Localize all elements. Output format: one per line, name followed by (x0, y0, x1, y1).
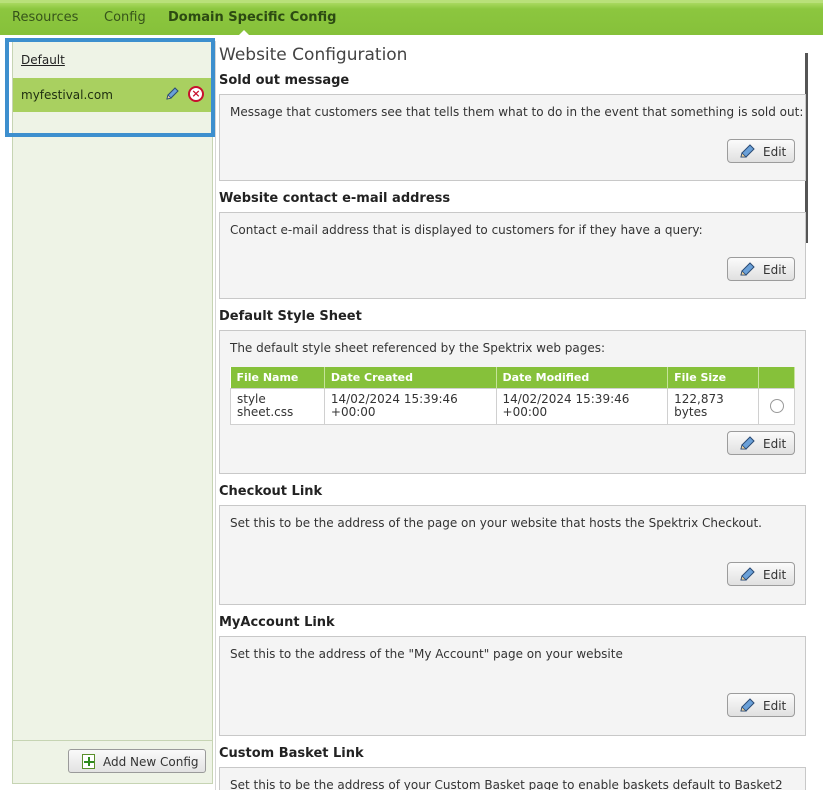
section-title-sold-out: Sold out message (219, 73, 350, 88)
edit-label: Edit (763, 145, 787, 159)
pencil-icon[interactable] (164, 86, 180, 102)
column-date-created: Date Created (324, 367, 497, 388)
checkout-description: Set this to be the address of the page o… (230, 516, 762, 530)
top-nav: Resources Config Domain Specific Config (0, 0, 823, 38)
config-sidebar: Default myfestival.com × Add New Config (12, 41, 213, 784)
basket-panel: Set this to be the address of your Custo… (219, 767, 806, 790)
cell-date-created: 14/02/2024 15:39:46 +00:00 (323, 387, 497, 425)
pencil-icon (740, 262, 755, 276)
contact-description: Contact e-mail address that is displayed… (230, 223, 703, 237)
stylesheet-table: File Name Date Created Date Modified Fil… (230, 367, 795, 425)
edit-label: Edit (763, 568, 787, 582)
myaccount-panel: Set this to the address of the "My Accou… (219, 636, 806, 736)
column-file-name: File Name (230, 367, 325, 388)
checkout-panel: Set this to be the address of the page o… (219, 505, 806, 605)
pencil-icon (740, 698, 755, 712)
basket-description: Set this to be the address of your Custo… (230, 778, 783, 790)
cell-file-size: 122,873 bytes (667, 387, 760, 425)
add-new-config-button[interactable]: Add New Config (68, 749, 206, 773)
tab-config[interactable]: Config (104, 10, 146, 25)
main-content: Website Configuration Sold out message M… (215, 41, 812, 790)
section-title-checkout: Checkout Link (219, 484, 323, 499)
section-title-stylesheet: Default Style Sheet (219, 309, 362, 324)
sidebar-item-myfestival[interactable]: myfestival.com × (13, 78, 212, 112)
sidebar-item-label: myfestival.com (21, 88, 113, 102)
cell-date-modified: 14/02/2024 15:39:46 +00:00 (495, 387, 669, 425)
stylesheet-panel: The default style sheet referenced by th… (219, 330, 806, 474)
pencil-icon (740, 436, 755, 450)
edit-label: Edit (763, 437, 787, 451)
cell-file-name: style sheet.css (230, 387, 325, 425)
page-title: Website Configuration (219, 45, 408, 65)
column-date-modified: Date Modified (496, 367, 669, 388)
pencil-icon (740, 567, 755, 581)
stylesheet-description: The default style sheet referenced by th… (230, 341, 606, 355)
cell-select (758, 387, 795, 425)
sold-out-description: Message that customers see that tells th… (230, 105, 804, 119)
edit-stylesheet-button[interactable]: Edit (727, 431, 795, 455)
section-title-myaccount: MyAccount Link (219, 615, 335, 630)
sidebar-item-default[interactable]: Default (21, 53, 65, 67)
myaccount-description: Set this to the address of the "My Accou… (230, 647, 623, 661)
section-title-contact: Website contact e-mail address (219, 191, 451, 206)
sold-out-panel: Message that customers see that tells th… (219, 94, 806, 181)
contact-panel: Contact e-mail address that is displayed… (219, 212, 806, 299)
edit-myaccount-button[interactable]: Edit (727, 693, 795, 717)
pencil-icon (740, 144, 755, 158)
add-new-config-label: Add New Config (103, 755, 199, 769)
table-row: style sheet.css 14/02/2024 15:39:46 +00:… (230, 387, 795, 425)
delete-icon[interactable]: × (188, 86, 204, 102)
tab-resources[interactable]: Resources (12, 10, 78, 25)
column-select (758, 367, 795, 388)
tab-domain-specific-config[interactable]: Domain Specific Config (168, 10, 336, 25)
edit-checkout-button[interactable]: Edit (727, 562, 795, 586)
active-tab-indicator (236, 30, 252, 38)
edit-label: Edit (763, 699, 787, 713)
edit-contact-button[interactable]: Edit (727, 257, 795, 281)
column-file-size: File Size (667, 367, 760, 388)
row-select-radio[interactable] (769, 399, 784, 413)
sidebar-footer-divider (13, 740, 212, 741)
edit-label: Edit (763, 263, 787, 277)
add-config-icon (82, 754, 95, 769)
edit-sold-out-button[interactable]: Edit (727, 139, 795, 163)
section-title-basket: Custom Basket Link (219, 746, 364, 761)
